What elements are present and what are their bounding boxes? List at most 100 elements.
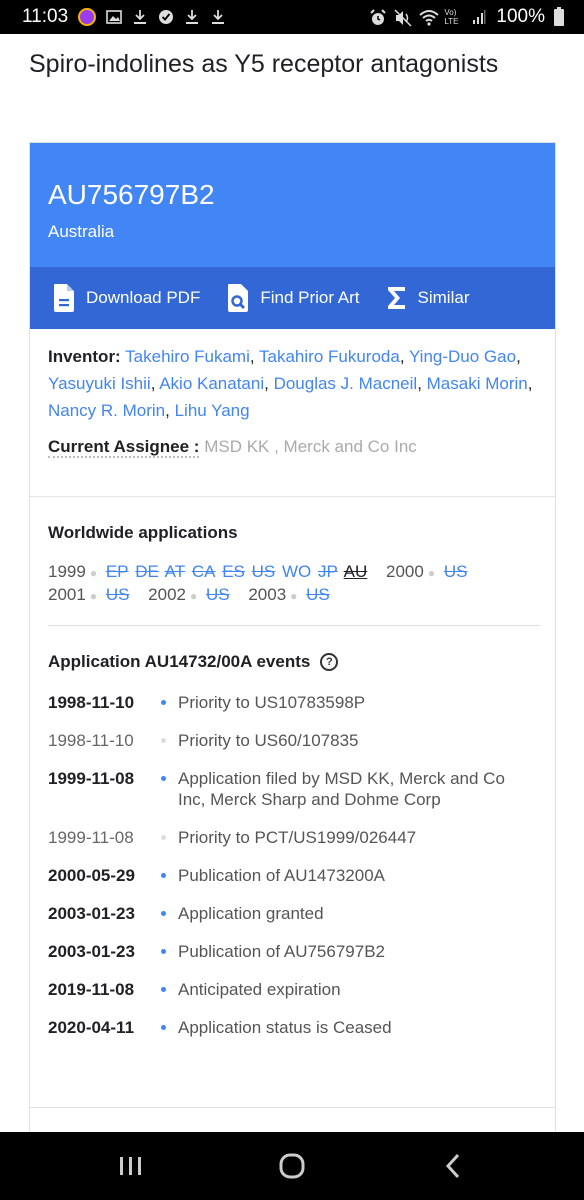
search-document-icon [226, 283, 250, 313]
patent-number: AU756797B2 [48, 179, 215, 210]
application-link[interactable]: EP [106, 562, 129, 581]
events-heading-row: Application AU14732/00A events ? [48, 650, 537, 674]
event-bullet [160, 835, 166, 840]
inventor-link[interactable]: Ying-Duo Gao [409, 347, 516, 366]
event-description: Priority to US60/107835 [178, 731, 359, 750]
application-link[interactable]: ES [222, 562, 245, 581]
application-link[interactable]: US [306, 585, 330, 604]
status-bar: 11:03 Vo) LTE 100% [0, 0, 584, 34]
inventor-link[interactable]: Masaki Morin [427, 374, 528, 393]
patent-header: AU756797B2 Australia [30, 143, 555, 267]
download-icon [184, 9, 200, 25]
application-events: Application AU14732/00A events ? 1998-11… [30, 626, 555, 1038]
event-row: 1998-11-10 Priority to US10783598P [48, 692, 537, 713]
application-link[interactable]: US [206, 585, 230, 604]
event-date: 2019-11-08 [48, 980, 135, 999]
inventor-link[interactable]: Takehiro Fukami [125, 347, 250, 366]
year-label: 2003 [248, 585, 287, 604]
worldwide-heading: Worldwide applications [48, 523, 238, 542]
download-icon [132, 9, 148, 25]
download-icon [210, 9, 226, 25]
battery-percent: 100% [496, 6, 545, 27]
event-description: Application filed by MSD KK, Merck and C… [178, 769, 505, 809]
similar-label: Similar [417, 288, 470, 307]
application-link[interactable]: US [252, 562, 276, 581]
event-description: Application status is Ceased [178, 1018, 392, 1037]
event-description: Priority to PCT/US1999/026447 [178, 828, 417, 847]
event-date: 2003-01-23 [48, 904, 135, 923]
image-icon [106, 9, 122, 25]
download-pdf-button[interactable]: Download PDF [52, 283, 200, 313]
patent-page: Spiro-indolines as Y5 receptor antagonis… [0, 34, 584, 1132]
event-bullet [160, 1025, 166, 1030]
assignee-label[interactable]: Current Assignee : [48, 437, 200, 458]
events-heading: Application AU14732/00A events [48, 652, 311, 671]
find-prior-art-button[interactable]: Find Prior Art [226, 283, 360, 313]
patent-meta: Inventor: Takehiro Fukami, Takahiro Fuku… [30, 329, 555, 497]
wifi-icon [419, 9, 440, 26]
event-bullet [160, 776, 166, 781]
home-button[interactable] [272, 1146, 312, 1186]
event-bullet [160, 700, 166, 705]
event-description: Priority to US10783598P [178, 693, 366, 712]
year-label: 2001 [48, 585, 86, 604]
application-link[interactable]: US [444, 562, 468, 581]
section-divider [29, 1107, 556, 1108]
recent-apps-button[interactable] [111, 1146, 151, 1186]
check-badge-icon [158, 9, 174, 25]
application-link[interactable]: AT [165, 562, 185, 581]
event-bullet [160, 987, 166, 992]
clock: 11:03 [22, 6, 69, 27]
system-nav-bar [0, 1132, 584, 1200]
event-description: Publication of AU756797B2 [178, 942, 385, 961]
find-prior-art-label: Find Prior Art [260, 288, 360, 307]
worldwide-applications: Worldwide applications 1999 ● EP DE AT CA… [30, 497, 555, 626]
recent-apps-icon [119, 1157, 141, 1175]
inventors: Inventor: Takehiro Fukami, Takahiro Fuku… [48, 347, 533, 420]
event-description: Publication of AU1473200A [178, 866, 385, 885]
event-bullet [160, 911, 166, 916]
help-icon[interactable]: ? [320, 653, 339, 671]
event-date: 2000-05-29 [48, 866, 135, 885]
event-description: Anticipated expiration [178, 980, 341, 999]
year-label: 1999 [48, 562, 86, 581]
event-date: 1998-11-10 [48, 693, 135, 712]
application-link[interactable]: WO [282, 562, 311, 581]
pdf-document-icon [52, 283, 76, 313]
event-date: 1998-11-10 [48, 731, 134, 750]
event-row: 2020-04-11 Application status is Ceased [48, 1017, 537, 1038]
application-link[interactable]: US [106, 585, 130, 604]
signal-icon [471, 9, 487, 25]
event-row: 2003-01-23 Publication of AU756797B2 [48, 941, 537, 962]
year-label: 2000 [386, 562, 424, 581]
sigma-icon [386, 285, 408, 311]
current-assignee: Current Assignee : MSD KK , Merck and Co… [48, 434, 537, 460]
inventor-link[interactable]: Takahiro Fukuroda [259, 347, 400, 366]
event-bullet [160, 949, 166, 954]
volte-icon: Vo) LTE [444, 8, 459, 26]
battery-icon [554, 6, 564, 26]
mute-icon [394, 9, 412, 27]
inventor-link[interactable]: Akio Kanatani [159, 374, 264, 393]
inventor-link[interactable]: Yasuyuki Ishii [48, 374, 151, 393]
download-pdf-label: Download PDF [86, 288, 201, 307]
application-link[interactable]: CA [192, 562, 216, 581]
home-icon [279, 1153, 305, 1179]
event-row: 1998-11-10 Priority to US60/107835 [48, 730, 537, 751]
inventor-link[interactable]: Lihu Yang [175, 401, 250, 420]
inventor-link[interactable]: Nancy R. Morin [48, 401, 165, 420]
back-icon [446, 1153, 460, 1179]
event-date: 2003-01-23 [48, 942, 135, 961]
event-date: 2020-04-11 [48, 1018, 135, 1037]
event-list: 1998-11-10 Priority to US10783598P 1998-… [48, 692, 537, 1038]
inventor-label: Inventor: [48, 347, 121, 366]
application-link[interactable]: JP [318, 562, 338, 581]
alarm-icon [369, 9, 387, 25]
application-link[interactable]: DE [135, 562, 159, 581]
page-title: Spiro-indolines as Y5 receptor antagonis… [29, 50, 499, 78]
action-bar: Download PDF Find Prior Art Similar [30, 267, 555, 329]
year-label: 2002 [148, 585, 186, 604]
back-button[interactable] [433, 1146, 473, 1186]
similar-button[interactable]: Similar [386, 285, 470, 311]
inventor-link[interactable]: Douglas J. Macneil [274, 374, 418, 393]
